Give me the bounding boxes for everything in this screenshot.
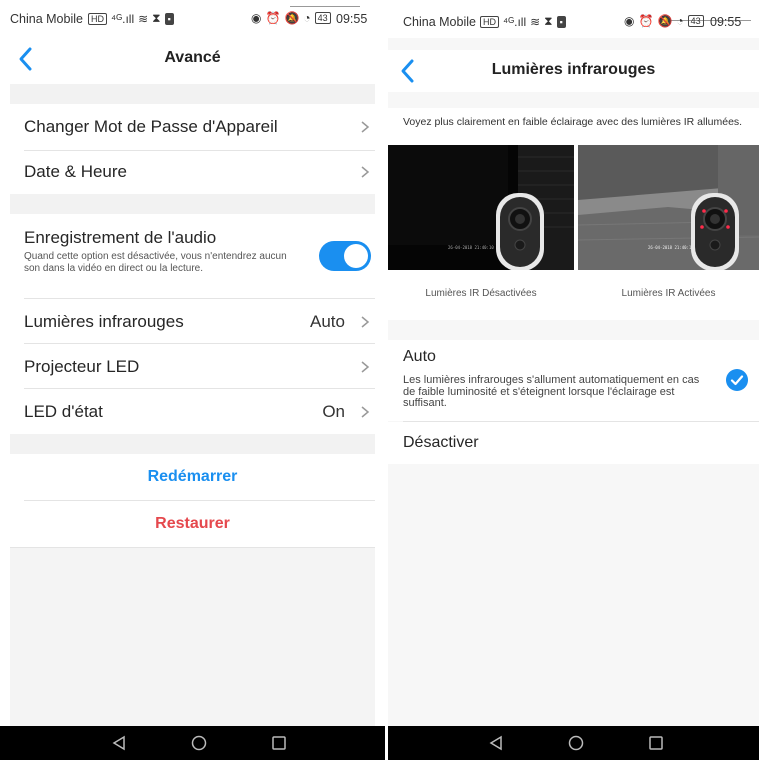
ir-lights-screen: China Mobile HD ⁴ᴳ.ıll ≋ ⧗ ▪ ◉ ⏰ 🔕 ◔ 43 … [388, 0, 759, 760]
nav-bar: Lumières infrarouges [388, 50, 759, 92]
ir-description: Voyez plus clairement en faible éclairag… [403, 116, 743, 128]
hd-icon: HD [88, 12, 107, 25]
battery-icon: 43 [687, 15, 704, 27]
section-separator [10, 434, 375, 454]
wifi-icon: ≋ [530, 14, 541, 29]
option-disable-label: Désactiver [403, 434, 479, 451]
led-projector-row[interactable]: Projecteur LED [10, 344, 375, 388]
reboot-button[interactable]: Redémarrer [10, 454, 375, 500]
row-label: Lumières infrarouges [24, 312, 184, 331]
change-password-row[interactable]: Changer Mot de Passe d'Appareil [10, 104, 375, 150]
restore-label: Restaurer [155, 515, 230, 532]
nav-home-icon[interactable] [190, 735, 208, 751]
chevron-right-icon [361, 121, 370, 133]
image-icon: ▪ [556, 15, 566, 28]
date-time-row[interactable]: Date & Heure [10, 151, 375, 194]
status-icons-left: HD ⁴ᴳ.ıll ≋ ⧗ ▪ [480, 14, 566, 29]
signal-icon: ⁴ᴳ.ıll [111, 11, 135, 26]
nav-back-icon[interactable] [487, 735, 505, 751]
chevron-right-icon [361, 406, 370, 418]
advanced-settings-screen: China Mobile HD ⁴ᴳ.ıll ≋ ⧗ ▪ ◉ ⏰ 🔕 ◔ 43 … [0, 0, 385, 760]
chevron-right-icon [361, 316, 370, 328]
camera-device-off [496, 193, 544, 270]
hourglass-icon: ⧗ [544, 14, 553, 28]
hourglass-icon: ⧗ [152, 11, 161, 25]
carrier-name: China Mobile [403, 15, 476, 29]
option-disable[interactable]: Désactiver [388, 422, 759, 464]
chevron-right-icon [361, 166, 370, 178]
alarm-icon: ⏰ [638, 14, 654, 28]
ir-preview-section: Voyez plus clairement en faible éclairag… [388, 108, 759, 320]
status-icons-left: HD ⁴ᴳ.ıll ≋ ⧗ ▪ [88, 11, 174, 26]
nav-bar: Avancé [0, 38, 385, 80]
ir-off-image: 26-04-2018 21:40:10 [388, 145, 574, 270]
battery-icon: 43 [314, 12, 331, 24]
ir-lights-row[interactable]: Lumières infrarouges Auto [10, 299, 375, 343]
page-title: Avancé [164, 49, 221, 66]
mute-icon: 🔕 [657, 14, 673, 28]
row-label: Projecteur LED [24, 357, 140, 376]
status-time: 09:55 [710, 15, 742, 29]
reboot-label: Redémarrer [147, 468, 238, 485]
status-underline [290, 6, 360, 7]
chevron-right-icon [361, 361, 370, 373]
nfc-icon: ◔ [676, 14, 684, 28]
status-time: 09:55 [336, 12, 368, 26]
status-led-value: On [322, 402, 345, 421]
section-separator [10, 84, 375, 104]
status-bar: China Mobile HD ⁴ᴳ.ıll ≋ ⧗ ▪ ◉ ⏰ 🔕 ◔ 43 … [0, 0, 385, 38]
mute-icon: 🔕 [284, 11, 300, 25]
wifi-icon: ≋ [138, 11, 149, 26]
status-bar: China Mobile HD ⁴ᴳ.ıll ≋ ⧗ ▪ ◉ ⏰ 🔕 ◔ 43 … [388, 0, 759, 38]
nav-recents-icon[interactable] [647, 735, 665, 751]
empty-area [10, 548, 375, 726]
camera-device-on [691, 193, 739, 270]
audio-recording-description: Quand cette option est désactivée, vous … [24, 251, 287, 274]
nav-home-icon[interactable] [567, 735, 585, 751]
signal-icon: ⁴ᴳ.ıll [503, 14, 527, 29]
ir-off-caption: Lumières IR Désactivées [425, 288, 537, 299]
status-led-row[interactable]: LED d'état On [10, 389, 375, 434]
system-nav-bar [388, 726, 759, 760]
status-icons-right: ◉ ⏰ 🔕 ◔ 43 [251, 11, 331, 25]
checkmark-icon [726, 369, 748, 391]
nav-recents-icon[interactable] [270, 735, 288, 751]
toggle-knob [344, 244, 368, 268]
page-title: Lumières infrarouges [491, 61, 656, 78]
svg-text:26-04-2018 21:40:10: 26-04-2018 21:40:10 [448, 245, 494, 250]
system-nav-bar [0, 726, 385, 760]
ir-lights-value: Auto [310, 312, 345, 331]
nav-back-icon[interactable] [110, 735, 128, 751]
section-separator [10, 194, 375, 214]
alarm-icon: ⏰ [265, 11, 281, 25]
row-label: LED d'état [24, 402, 103, 421]
eye-icon: ◉ [251, 11, 262, 25]
carrier-name: China Mobile [10, 12, 83, 26]
ir-on-image: 26-04-2018 21:40:10 [578, 145, 759, 270]
restore-button[interactable]: Restaurer [10, 501, 375, 547]
audio-recording-label: Enregistrement de l'audio [24, 228, 217, 247]
ir-on-caption: Lumières IR Activées [621, 288, 716, 299]
svg-text:26-04-2018 21:40:10: 26-04-2018 21:40:10 [648, 245, 694, 250]
option-auto[interactable]: Auto Les lumières infrarouges s'allument… [388, 340, 759, 421]
eye-icon: ◉ [624, 14, 635, 28]
option-auto-description: Les lumières infrarouges s'allument auto… [403, 374, 700, 409]
status-icons-right: ◉ ⏰ 🔕 ◔ 43 [624, 14, 704, 28]
row-label: Date & Heure [24, 162, 127, 181]
nfc-icon: ◔ [303, 11, 311, 25]
audio-recording-row: Enregistrement de l'audio Quand cette op… [10, 214, 375, 298]
option-auto-label: Auto [403, 348, 436, 365]
hd-icon: HD [480, 15, 499, 28]
audio-recording-toggle[interactable] [319, 241, 371, 271]
row-label: Changer Mot de Passe d'Appareil [24, 117, 278, 136]
image-icon: ▪ [164, 12, 174, 25]
